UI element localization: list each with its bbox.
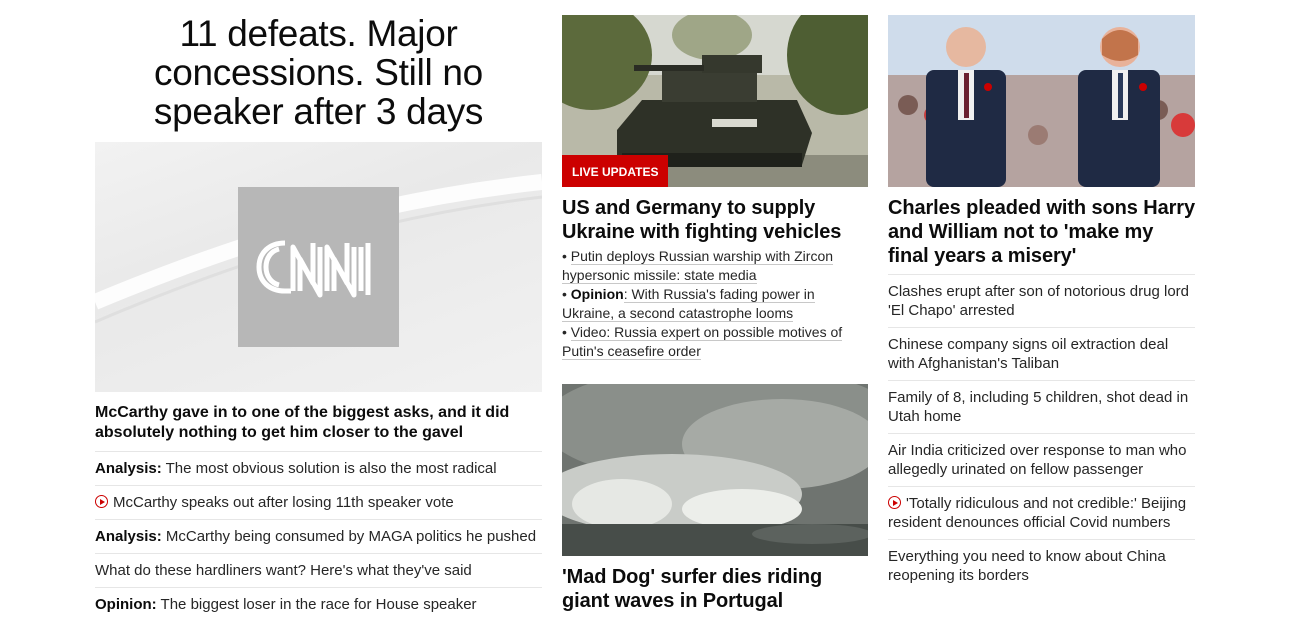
link-text: Everything you need to know about China … — [888, 548, 1166, 584]
list-item[interactable]: What do these hardliners want? Here's wh… — [95, 553, 542, 587]
analysis-label: Analysis: — [95, 460, 162, 477]
ukraine-bullet-list: • Putin deploys Russian warship with Zir… — [562, 247, 862, 361]
link-text: 'Totally ridiculous and not credible:' B… — [888, 495, 1187, 531]
play-icon — [888, 496, 901, 509]
list-item[interactable]: Chinese company signs oil extraction dea… — [888, 327, 1195, 380]
link-text: McCarthy being consumed by MAGA politics… — [161, 528, 537, 545]
surf-photo[interactable] — [562, 384, 868, 556]
opinion-label: Opinion — [570, 286, 624, 302]
link-text: Clashes erupt after son of notorious dru… — [888, 283, 1190, 319]
link-text: Chinese company signs oil extraction dea… — [888, 336, 1169, 372]
opinion-label: Opinion: — [95, 596, 157, 613]
link-text: McCarthy speaks out after losing 11th sp… — [113, 494, 454, 511]
list-item[interactable]: Air India criticized over response to ma… — [888, 433, 1195, 486]
tank-photo[interactable]: LIVE UPDATES — [562, 15, 868, 187]
list-item[interactable]: Clashes erupt after son of notorious dru… — [888, 274, 1195, 327]
link-text: Putin deploys Russian warship with Zirco… — [562, 248, 834, 284]
list-item[interactable]: Family of 8, including 5 children, shot … — [888, 380, 1195, 433]
bullet-item[interactable]: • Putin deploys Russian warship with Zir… — [562, 247, 862, 285]
list-item[interactable]: Opinion: The biggest loser in the race f… — [95, 587, 542, 621]
list-item[interactable]: McCarthy speaks out after losing 11th sp… — [95, 485, 542, 519]
link-text: The biggest loser in the race for House … — [156, 596, 477, 613]
link-text: The most obvious solution is also the mo… — [161, 460, 497, 477]
link-text: What do these hardliners want? Here's wh… — [95, 562, 472, 579]
main-story-column: 11 defeats. Major concessions. Still no … — [95, 0, 542, 613]
list-item[interactable]: Everything you need to know about China … — [888, 539, 1195, 592]
cnn-logo-icon — [238, 187, 399, 347]
list-item[interactable]: Analysis: The most obvious solution is a… — [95, 451, 542, 485]
link-text: Video: Russia expert on possible motives… — [562, 324, 843, 360]
main-story-image[interactable] — [95, 142, 542, 392]
list-item[interactable]: 'Totally ridiculous and not credible:' B… — [888, 486, 1195, 539]
link-text: Air India criticized over response to ma… — [888, 442, 1187, 478]
link-text: Family of 8, including 5 children, shot … — [888, 389, 1189, 425]
main-headline[interactable]: 11 defeats. Major concessions. Still no … — [95, 14, 542, 131]
live-updates-badge: LIVE UPDATES — [562, 155, 669, 187]
analysis-label: Analysis: — [95, 528, 162, 545]
royals-headline[interactable]: Charles pleaded with sons Harry and Will… — [888, 196, 1195, 268]
bullet-item[interactable]: • Opinion: With Russia's fading power in… — [562, 285, 862, 323]
ukraine-headline[interactable]: US and Germany to supply Ukraine with fi… — [562, 196, 868, 244]
bullet-item[interactable]: • Video: Russia expert on possible motiv… — [562, 323, 862, 361]
surfer-headline[interactable]: 'Mad Dog' surfer dies riding giant waves… — [562, 565, 868, 613]
more-stories-list: Clashes erupt after son of notorious dru… — [888, 274, 1195, 592]
related-links-list: Analysis: The most obvious solution is a… — [95, 451, 542, 621]
play-icon — [95, 495, 108, 508]
lead-story-link[interactable]: McCarthy gave in to one of the biggest a… — [95, 403, 542, 443]
royals-photo[interactable] — [888, 15, 1195, 187]
list-item[interactable]: Analysis: McCarthy being consumed by MAG… — [95, 519, 542, 553]
